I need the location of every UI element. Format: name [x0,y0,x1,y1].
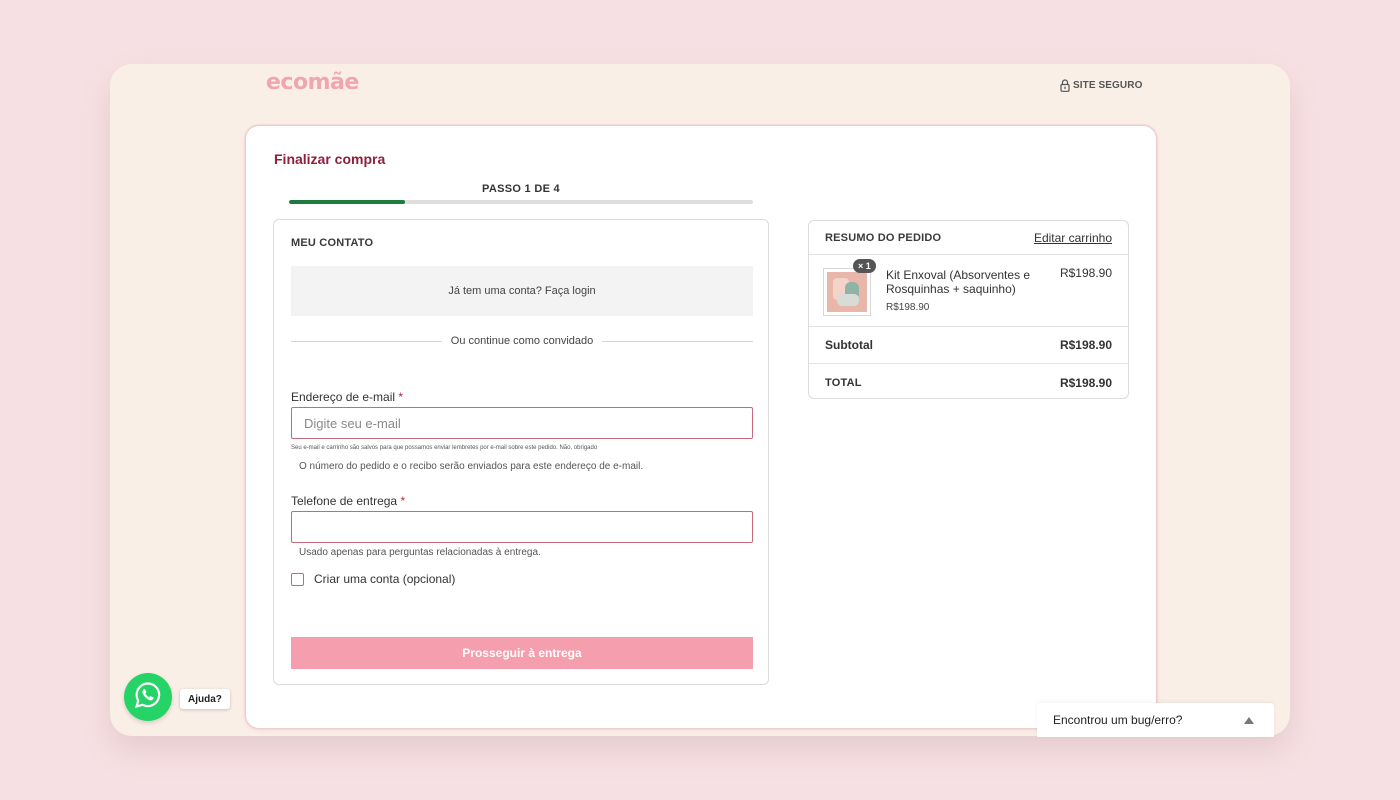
subtotal-value: R$198.90 [1059,338,1112,352]
page-title: Finalizar compra [274,151,386,167]
phone-input[interactable] [291,511,753,543]
contact-heading: MEU CONTATO [291,237,374,249]
step-indicator: PASSO 1 DE 4 [482,183,560,195]
product-unit-price: R$198.90 [886,302,930,313]
order-summary-heading: RESUMO DO PEDIDO [825,231,942,244]
divider-line [291,340,442,342]
email-consent-note: Seu e-mail e carrinho são salvos para qu… [291,445,598,451]
phone-label: Telefone de entrega * [291,494,405,508]
chevron-up-icon [1244,716,1254,724]
create-account-checkbox[interactable] [291,572,304,586]
email-label: Endereço de e-mail * [291,390,403,404]
create-account-label: Criar uma conta (opcional) [314,572,456,586]
step-progress-fill [289,200,405,204]
subtotal-row: Subtotal R$198.90 [809,327,1128,364]
guest-divider: Ou continue como convidado [291,334,754,348]
guest-divider-text: Ou continue como convidado [450,335,594,347]
order-summary: RESUMO DO PEDIDO Editar carrinho × 1 Kit… [808,220,1129,399]
lock-icon [1060,79,1070,92]
create-account-option[interactable]: Criar uma conta (opcional) [291,572,455,586]
product-thumbnail [823,268,871,316]
phone-help-text: Usado apenas para perguntas relacionadas… [299,547,541,558]
secure-site-label: SITE SEGURO [1073,80,1143,91]
quantity-badge: × 1 [853,259,876,273]
proceed-to-delivery-button[interactable]: Prosseguir à entrega [291,637,753,669]
email-label-text: Endereço de e-mail [291,390,396,404]
order-summary-header: RESUMO DO PEDIDO Editar carrinho [809,221,1128,255]
login-button[interactable]: Já tem uma conta? Faça login [291,266,753,316]
brand-logo[interactable]: ecomãe [266,70,359,95]
total-row: TOTAL R$198.90 [809,364,1128,401]
cart-item: × 1 Kit Enxoval (Absorventes e Rosquinha… [809,255,1128,327]
email-help-text: O número do pedido e o recibo serão envi… [299,461,644,472]
whatsapp-button[interactable] [124,673,172,721]
whatsapp-icon [133,680,163,715]
required-mark: * [398,390,404,404]
bug-report-label: Encontrou um bug/erro? [1053,713,1183,727]
edit-cart-link[interactable]: Editar carrinho [1034,231,1112,245]
contact-section: MEU CONTATO Já tem uma conta? Faça login… [273,219,769,685]
product-image [827,272,867,312]
whatsapp-help-label[interactable]: Ajuda? [180,689,230,709]
email-input[interactable] [291,407,753,439]
product-line-price: R$198.90 [1059,266,1112,280]
bug-report-widget[interactable]: Encontrou um bug/erro? [1037,703,1274,737]
required-mark: * [400,494,406,508]
phone-label-text: Telefone de entrega [291,494,398,508]
total-label: TOTAL [825,376,862,389]
product-name: Kit Enxoval (Absorventes e Rosquinhas + … [886,268,1031,296]
total-value: R$198.90 [1059,375,1112,390]
subtotal-label: Subtotal [825,338,873,352]
step-progress-bar [289,200,753,204]
secure-site-badge: SITE SEGURO [1060,79,1142,92]
divider-line [602,340,754,342]
